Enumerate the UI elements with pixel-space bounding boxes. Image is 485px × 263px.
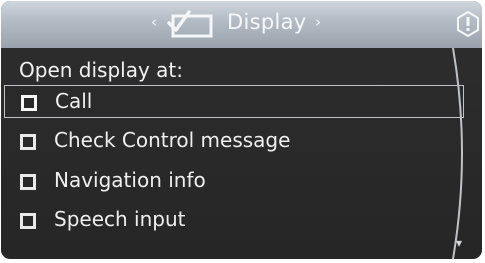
nav-left-arrow[interactable]: ‹ — [151, 13, 157, 31]
list-item-label: Call — [55, 89, 93, 113]
open-display-at-label: Open display at: — [19, 58, 183, 82]
checkbox[interactable] — [20, 174, 36, 190]
checkbox[interactable] — [20, 213, 36, 229]
checkbox[interactable] — [20, 134, 36, 150]
scroll-indicator — [452, 48, 463, 259]
list-item-label: Speech input — [54, 207, 186, 231]
list-item-label: Navigation info — [54, 168, 206, 192]
list-item-speech-input[interactable]: Speech input — [4, 204, 464, 237]
display-menu-screen: ‹ Display › Open display at: Call Check … — [1, 1, 482, 259]
menu-title: Display — [227, 10, 307, 34]
scroll-down-icon[interactable]: ▾ — [456, 236, 462, 250]
info-icon[interactable] — [456, 11, 480, 37]
checkbox[interactable] — [21, 95, 37, 111]
nav-right-arrow[interactable]: › — [315, 13, 321, 31]
list-item-check-control-message[interactable]: Check Control message — [4, 125, 464, 158]
menu-header: ‹ Display › — [1, 1, 482, 48]
list-item-navigation-info[interactable]: Navigation info — [4, 165, 464, 198]
display-check-icon — [167, 10, 213, 38]
list-item-label: Check Control message — [54, 128, 291, 152]
list-item-call[interactable]: Call — [4, 85, 464, 118]
